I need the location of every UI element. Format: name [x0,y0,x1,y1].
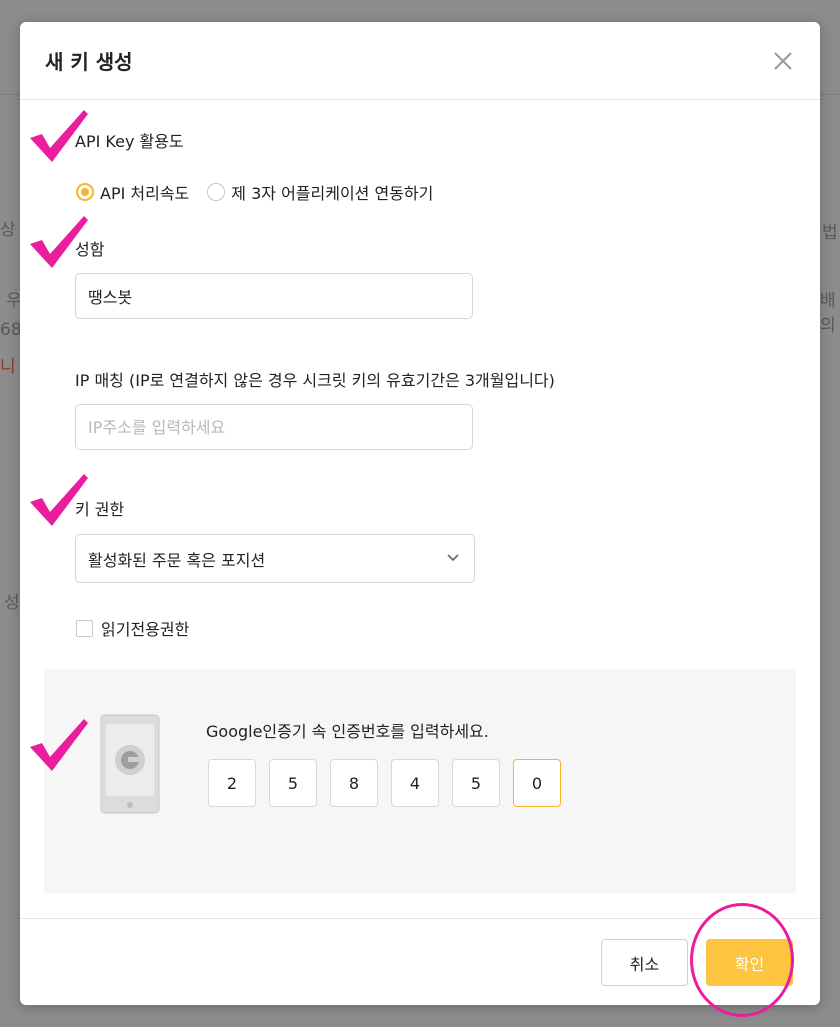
annotation-check-icon [30,719,88,771]
phone-authenticator-icon [100,714,160,814]
readonly-label: 읽기전용권한 [101,620,190,639]
radio-third-party-label[interactable]: 제 3자 어플리케이션 연동하기 [231,180,433,204]
radio-third-party[interactable] [207,183,226,201]
backdrop-text: 68 [0,320,22,340]
close-icon [774,52,792,70]
new-key-modal: 새 키 생성 API Key 활용도 API 처리속도 제 3자 어플리케이션 … [20,22,820,1005]
ip-input[interactable] [75,404,473,450]
otp-digit-3[interactable] [330,759,378,807]
key-permission-value: 활성화된 주문 혹은 포지션 [88,550,266,570]
modal-title: 새 키 생성 [45,50,133,74]
annotation-check-icon [30,474,88,526]
api-usage-label: API Key 활용도 [75,132,184,151]
google-auth-panel: Google인증기 속 인증번호를 입력하세요. [44,669,796,894]
readonly-checkbox[interactable] [76,619,93,637]
readonly-checkbox-row[interactable]: 읽기전용권한 [76,616,189,640]
annotation-circle [690,903,794,1017]
name-input[interactable] [75,273,473,319]
otp-code-row [208,759,561,807]
close-button[interactable] [768,46,798,76]
radio-api-speed-label[interactable]: API 처리속도 [100,180,189,204]
radio-api-speed[interactable] [76,183,94,201]
modal-header: 새 키 생성 [20,22,820,100]
footer-divider [20,918,820,919]
annotation-check-icon [30,216,88,268]
otp-instruction: Google인증기 속 인증번호를 입력하세요. [206,722,489,741]
api-usage-radio-group: API 처리속도 제 3자 어플리케이션 연동하기 [76,180,451,204]
otp-digit-1[interactable] [208,759,256,807]
ip-label: IP 매칭 (IP로 연결하지 않은 경우 시크릿 키의 유효기간은 3개월입니… [75,371,555,390]
key-permission-select[interactable]: 활성화된 주문 혹은 포지션 [75,534,475,583]
otp-digit-5[interactable] [452,759,500,807]
cancel-button[interactable]: 취소 [601,939,688,986]
chevron-down-icon [447,554,459,562]
backdrop-text: 배의 [820,291,836,336]
otp-digit-2[interactable] [269,759,317,807]
backdrop-text: 성 [4,593,20,613]
annotation-check-icon [30,110,88,162]
otp-digit-6[interactable] [513,759,561,807]
otp-digit-4[interactable] [391,759,439,807]
backdrop-divider [0,94,20,95]
backdrop-text: 니 [0,357,16,377]
backdrop-text: 법 [822,223,838,243]
backdrop-divider [820,94,840,95]
